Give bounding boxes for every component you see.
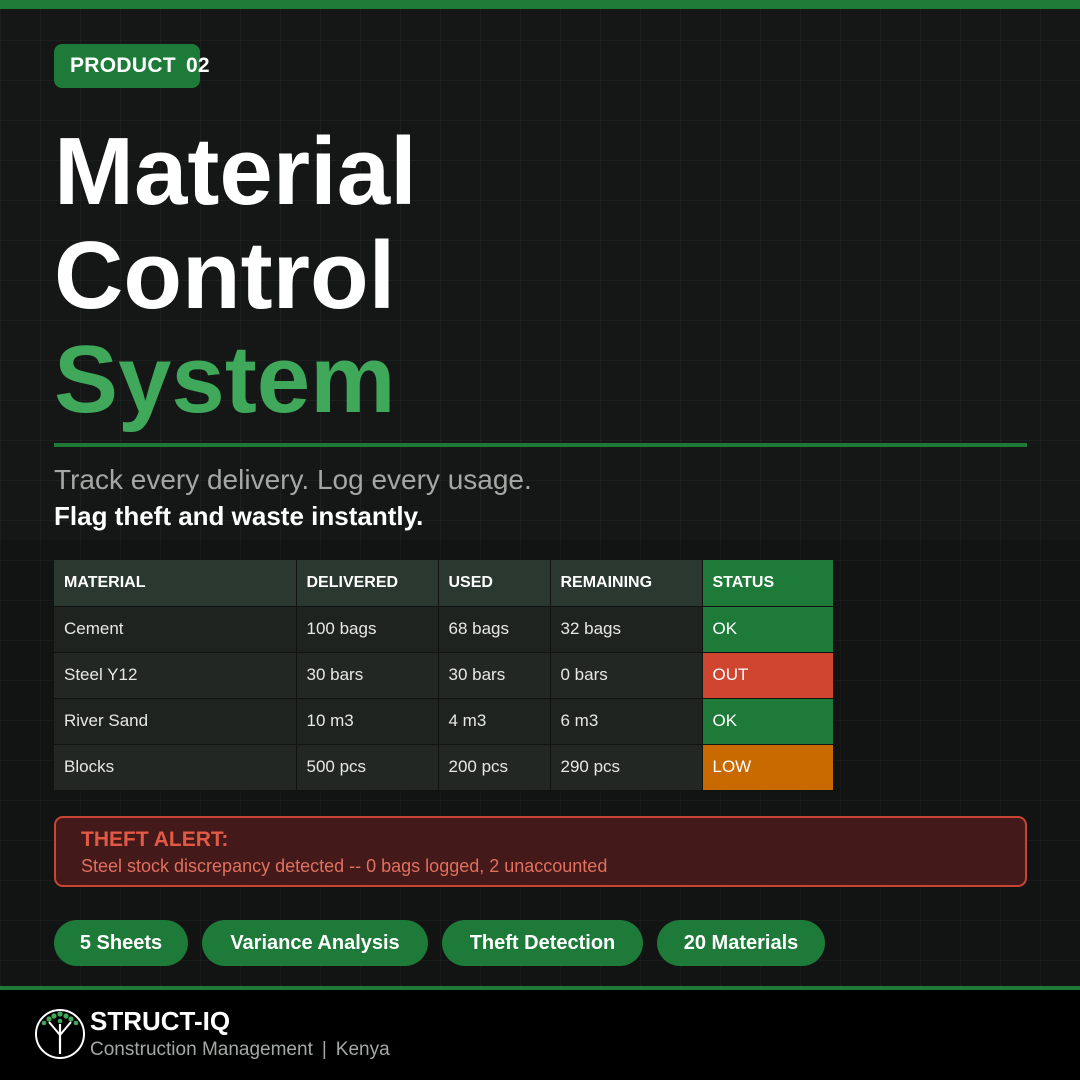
cell-used: 4 m3 — [438, 698, 551, 745]
feature-pill-materials: 20 Materials — [657, 920, 825, 966]
tree-logo-icon — [35, 1009, 85, 1059]
headline-line-1: Material — [54, 118, 417, 225]
theft-alert-box: THEFT ALERT: Steel stock discrepancy det… — [54, 816, 1027, 887]
cell-material: Steel Y12 — [54, 652, 297, 699]
table-row: Steel Y12 30 bars 30 bars 0 bars OUT — [54, 652, 834, 699]
cell-material: Cement — [54, 606, 297, 653]
status-badge: OUT — [702, 652, 834, 699]
cell-remaining: 0 bars — [550, 652, 703, 699]
cell-delivered: 500 pcs — [296, 744, 439, 791]
cell-remaining: 290 pcs — [550, 744, 703, 791]
materials-table: MATERIAL DELIVERED USED REMAINING STATUS… — [54, 560, 834, 791]
headline-divider — [54, 443, 1027, 447]
cell-remaining: 6 m3 — [550, 698, 703, 745]
cell-material: Blocks — [54, 744, 297, 791]
column-header-status: STATUS — [702, 560, 834, 607]
tagline-right: Kenya — [335, 1039, 390, 1060]
feature-pill-sheets: 5 Sheets — [54, 920, 188, 966]
headline-line-2: Control — [54, 222, 396, 329]
column-header-used: USED — [438, 560, 551, 607]
headline-line-3: System — [54, 326, 396, 433]
subtitle-line-2: Flag theft and waste instantly. — [54, 501, 424, 531]
cell-delivered: 10 m3 — [296, 698, 439, 745]
product-badge-number: 02 — [185, 54, 210, 77]
brand-name: STRUCT-IQ — [90, 1006, 231, 1036]
table-row: River Sand 10 m3 4 m3 6 m3 OK — [54, 698, 834, 745]
status-badge: LOW — [702, 744, 834, 791]
theft-alert-title: THEFT ALERT: — [81, 828, 229, 851]
status-badge: OK — [702, 698, 834, 745]
tagline-left: Construction Management — [90, 1039, 313, 1060]
cell-remaining: 32 bags — [550, 606, 703, 653]
cell-used: 30 bars — [438, 652, 551, 699]
column-header-material: MATERIAL — [54, 560, 297, 607]
feature-pill-variance-analysis: Variance Analysis — [202, 920, 428, 966]
feature-pill-theft-detection: Theft Detection — [442, 920, 643, 966]
brand-tagline: Construction Management | Kenya — [90, 1039, 390, 1061]
table-row: Blocks 500 pcs 200 pcs 290 pcs LOW — [54, 744, 834, 791]
column-header-remaining: REMAINING — [550, 560, 703, 607]
top-accent-bar — [0, 0, 1080, 9]
theft-alert-message: Steel stock discrepancy detected -- 0 ba… — [81, 856, 608, 876]
cell-delivered: 100 bags — [296, 606, 439, 653]
cell-delivered: 30 bars — [296, 652, 439, 699]
subtitle-line-1: Track every delivery. Log every usage. — [54, 464, 532, 495]
cell-material: River Sand — [54, 698, 297, 745]
status-badge: OK — [702, 606, 834, 653]
cell-used: 68 bags — [438, 606, 551, 653]
product-badge-label: PRODUCT — [70, 54, 176, 77]
table-header-row: MATERIAL DELIVERED USED REMAINING STATUS — [54, 560, 834, 607]
table-row: Cement 100 bags 68 bags 32 bags OK — [54, 606, 834, 653]
column-header-delivered: DELIVERED — [296, 560, 439, 607]
tagline-separator: | — [321, 1039, 327, 1060]
product-badge: PRODUCT 02 — [54, 44, 210, 88]
cell-used: 200 pcs — [438, 744, 551, 791]
